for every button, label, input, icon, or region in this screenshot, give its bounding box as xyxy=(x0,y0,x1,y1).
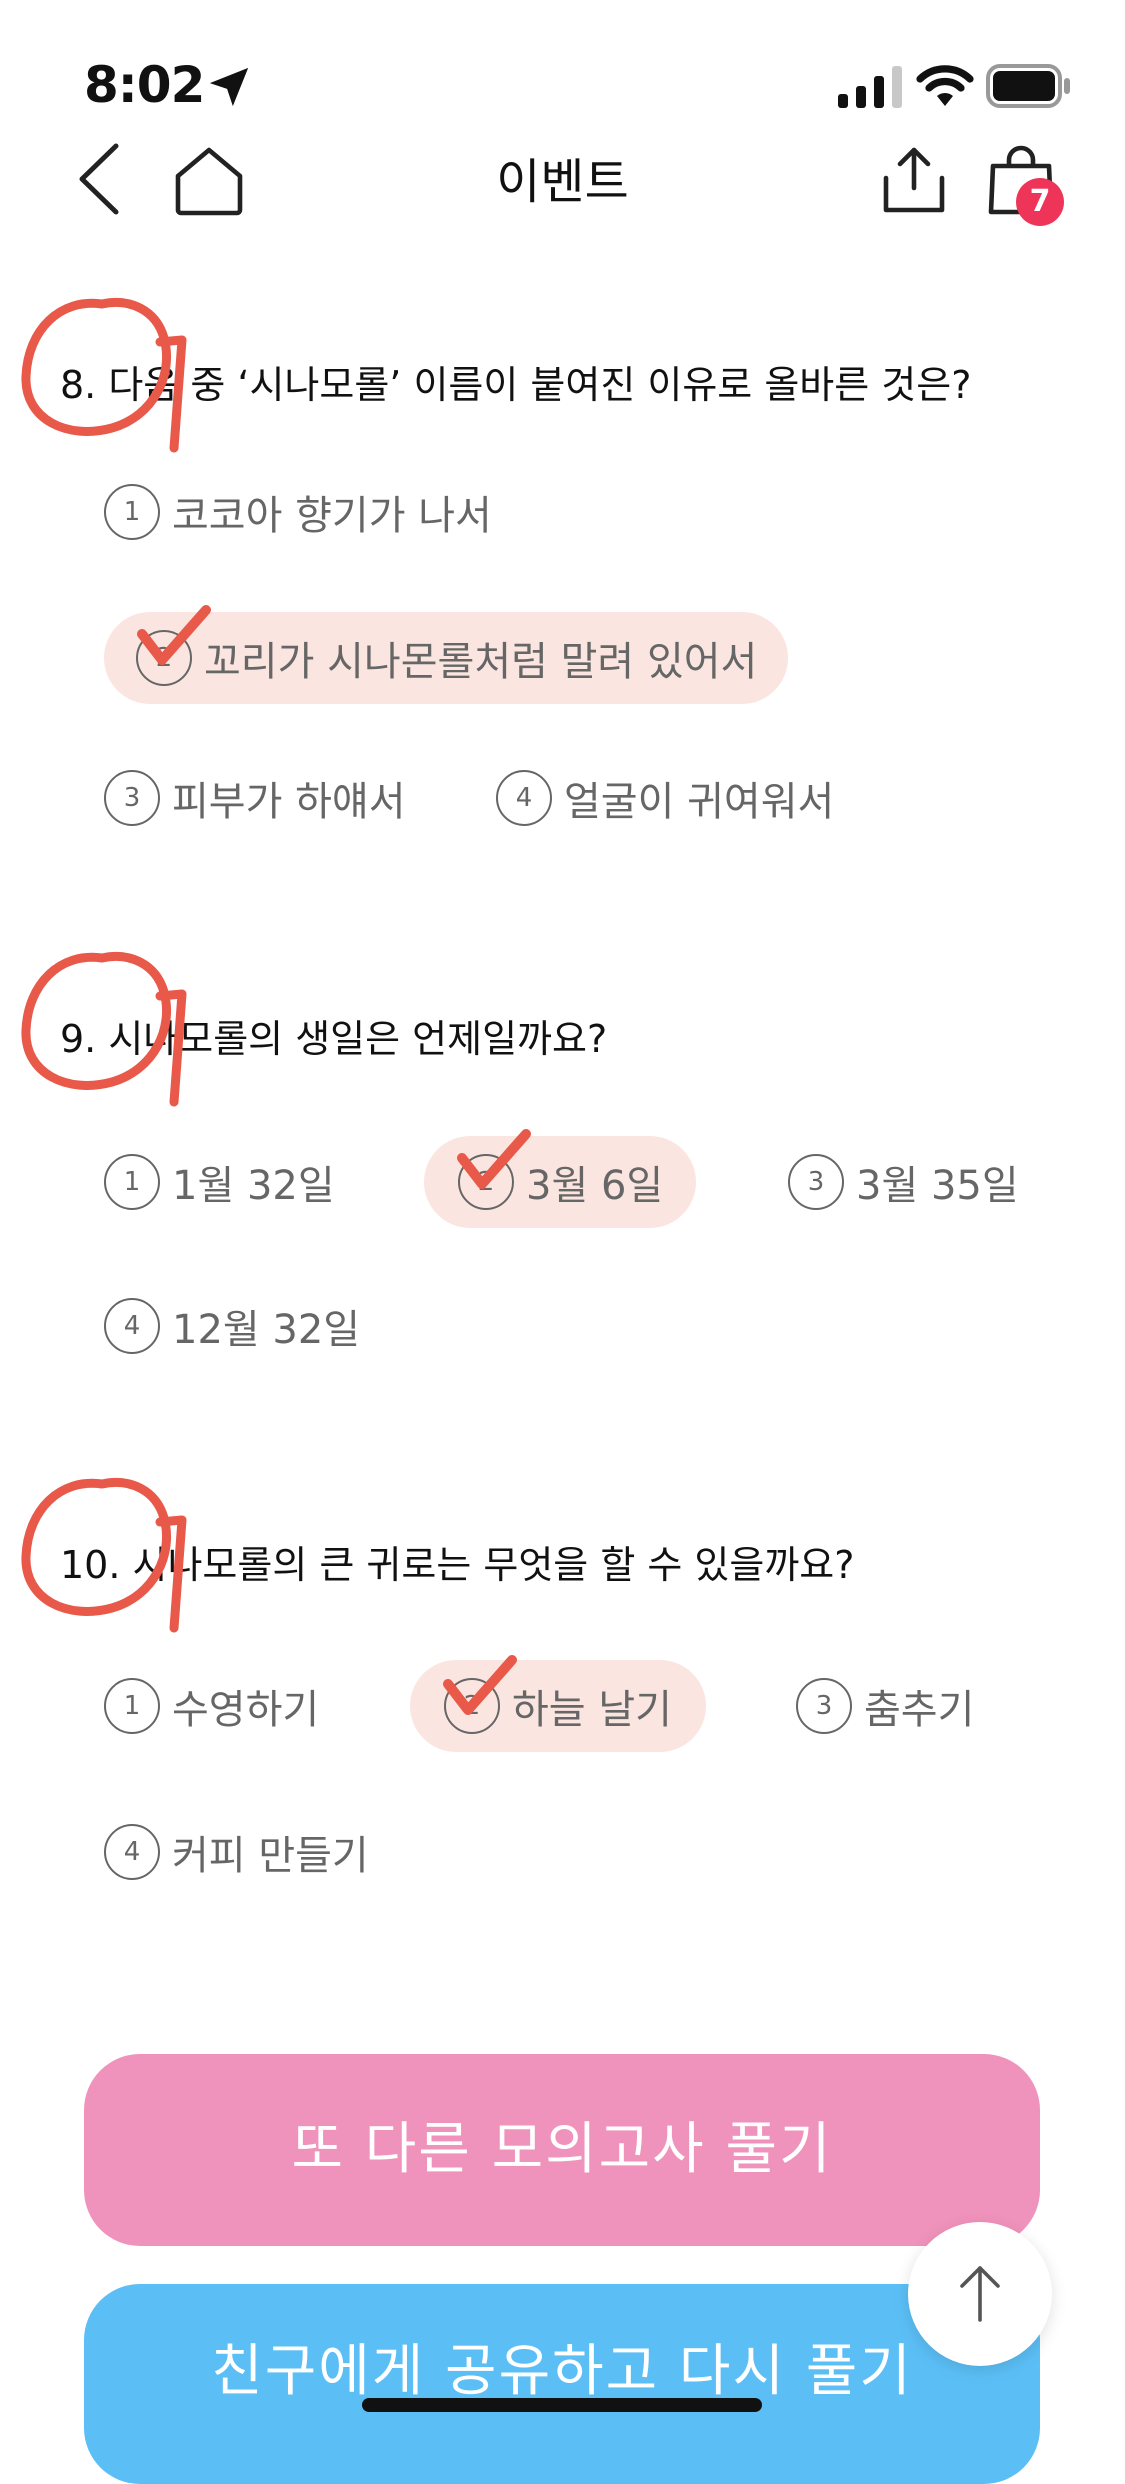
option-label: 커피 만들기 xyxy=(172,1833,369,1879)
back-icon[interactable] xyxy=(74,140,124,218)
check-mark-q8 xyxy=(137,605,211,665)
q8-option-4[interactable]: 4 얼굴이 귀여워서 xyxy=(496,752,834,844)
q10-option-1[interactable]: 1 수영하기 xyxy=(104,1660,319,1752)
home-icon[interactable] xyxy=(174,146,244,216)
q10-option-4[interactable]: 4 커피 만들기 xyxy=(104,1806,369,1898)
option-label: 1월 32일 xyxy=(172,1163,335,1209)
option-number: 4 xyxy=(104,1824,160,1880)
wifi-icon xyxy=(916,65,974,106)
q8-option-3[interactable]: 3 피부가 하얘서 xyxy=(104,752,406,844)
check-mark-q10 xyxy=(443,1655,517,1715)
q10-option-3[interactable]: 3 춤추기 xyxy=(796,1660,974,1752)
option-number: 4 xyxy=(496,770,552,826)
option-label: 피부가 하얘서 xyxy=(172,779,406,825)
option-number: 3 xyxy=(796,1678,852,1734)
option-label: 수영하기 xyxy=(172,1687,320,1733)
location-arrow-icon xyxy=(209,67,249,107)
correct-circle-mark-q10 xyxy=(21,1478,187,1633)
status-time: 8:02 xyxy=(84,56,205,114)
page-title: 이벤트 xyxy=(496,154,629,210)
cellular-signal-icon xyxy=(838,66,902,108)
option-number: 1 xyxy=(104,1154,160,1210)
option-number: 1 xyxy=(104,484,160,540)
q9-option-3[interactable]: 3 3월 35일 xyxy=(788,1136,1019,1228)
q8-option-1[interactable]: 1 코코아 향기가 나서 xyxy=(104,466,492,558)
q9-option-4[interactable]: 4 12월 32일 xyxy=(104,1280,360,1372)
option-label: 얼굴이 귀여워서 xyxy=(564,779,835,825)
option-label: 꼬리가 시나몬롤처럼 말려 있어서 xyxy=(204,639,758,685)
question-8-title: 8. 다음 중 ‘시나모롤’ 이름이 붙여진 이유로 올바른 것은? xyxy=(60,363,972,407)
option-number: 1 xyxy=(104,1678,160,1734)
scroll-to-top-button[interactable] xyxy=(908,2222,1052,2366)
battery-icon xyxy=(986,64,1070,108)
option-label: 12월 32일 xyxy=(172,1307,361,1353)
home-indicator xyxy=(362,2398,762,2412)
share-and-retry-button[interactable]: 친구에게 공유하고 다시 풀기 xyxy=(84,2284,1040,2484)
option-number: 3 xyxy=(104,770,160,826)
correct-circle-mark-q9 xyxy=(21,952,187,1107)
option-number: 3 xyxy=(788,1154,844,1210)
option-number: 4 xyxy=(104,1298,160,1354)
correct-circle-mark-q8 xyxy=(21,298,187,453)
option-label: 3월 35일 xyxy=(856,1163,1019,1209)
arrow-up-icon xyxy=(960,2266,1000,2322)
option-label: 하늘 날기 xyxy=(512,1687,672,1733)
option-label: 춤추기 xyxy=(864,1687,975,1733)
q9-option-1[interactable]: 1 1월 32일 xyxy=(104,1136,335,1228)
option-label: 코코아 향기가 나서 xyxy=(172,493,492,539)
check-mark-q9 xyxy=(457,1129,531,1189)
share-icon[interactable] xyxy=(880,144,948,216)
option-label: 3월 6일 xyxy=(526,1163,664,1209)
another-exam-button[interactable]: 또 다른 모의고사 풀기 xyxy=(84,2054,1040,2246)
cart-count-badge: 7 xyxy=(1016,178,1064,226)
